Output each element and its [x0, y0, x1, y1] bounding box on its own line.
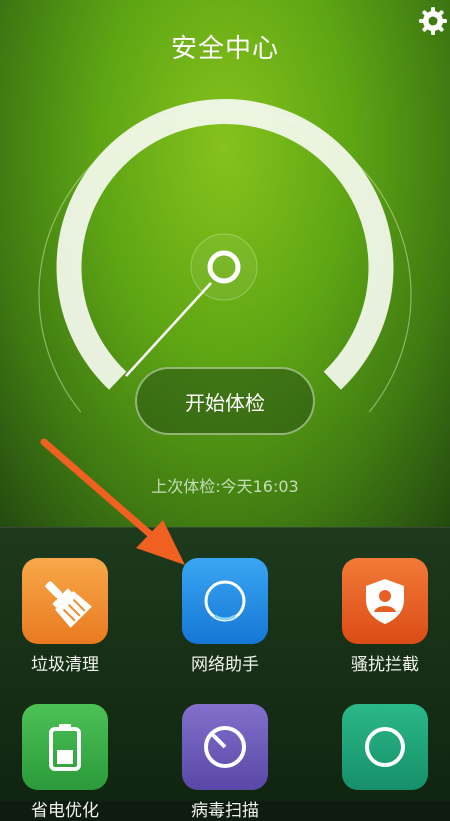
green-app-tile[interactable]: [342, 704, 428, 790]
harassment-block-label: 骚扰拦截: [351, 655, 419, 675]
junk-clean-label: 垃圾清理: [31, 655, 99, 675]
scan-dial-icon: [204, 726, 246, 768]
virus-scan-tile[interactable]: [182, 704, 268, 790]
gauge-needle: [125, 282, 212, 377]
green-app-icon: [365, 727, 405, 767]
network-assistant-label: 网络助手: [191, 655, 259, 675]
tools-grid: 垃圾清理 网络助手 骚扰拦截 省电优化 病毒扫描: [0, 528, 450, 821]
network-ring-icon: [204, 580, 246, 622]
broom-icon: [45, 581, 92, 628]
network-assistant-tile[interactable]: [182, 558, 268, 644]
gauge-hub-halo: [190, 233, 258, 301]
start-check-button[interactable]: 开始体检: [135, 367, 315, 435]
harassment-block-tile[interactable]: [342, 558, 428, 644]
health-gauge: [38, 98, 412, 413]
last-check-text: 上次体检:今天16:03: [151, 477, 299, 496]
power-saving-tile[interactable]: [22, 704, 108, 790]
battery-icon: [49, 724, 81, 771]
power-saving-label: 省电优化: [31, 801, 99, 821]
virus-scan-label: 病毒扫描: [191, 801, 259, 821]
shield-user-icon: [366, 579, 404, 624]
gauge-panel: 安全中心 开始体检 上次体检:今天16:03: [0, 0, 450, 527]
junk-clean-tile[interactable]: [22, 558, 108, 644]
